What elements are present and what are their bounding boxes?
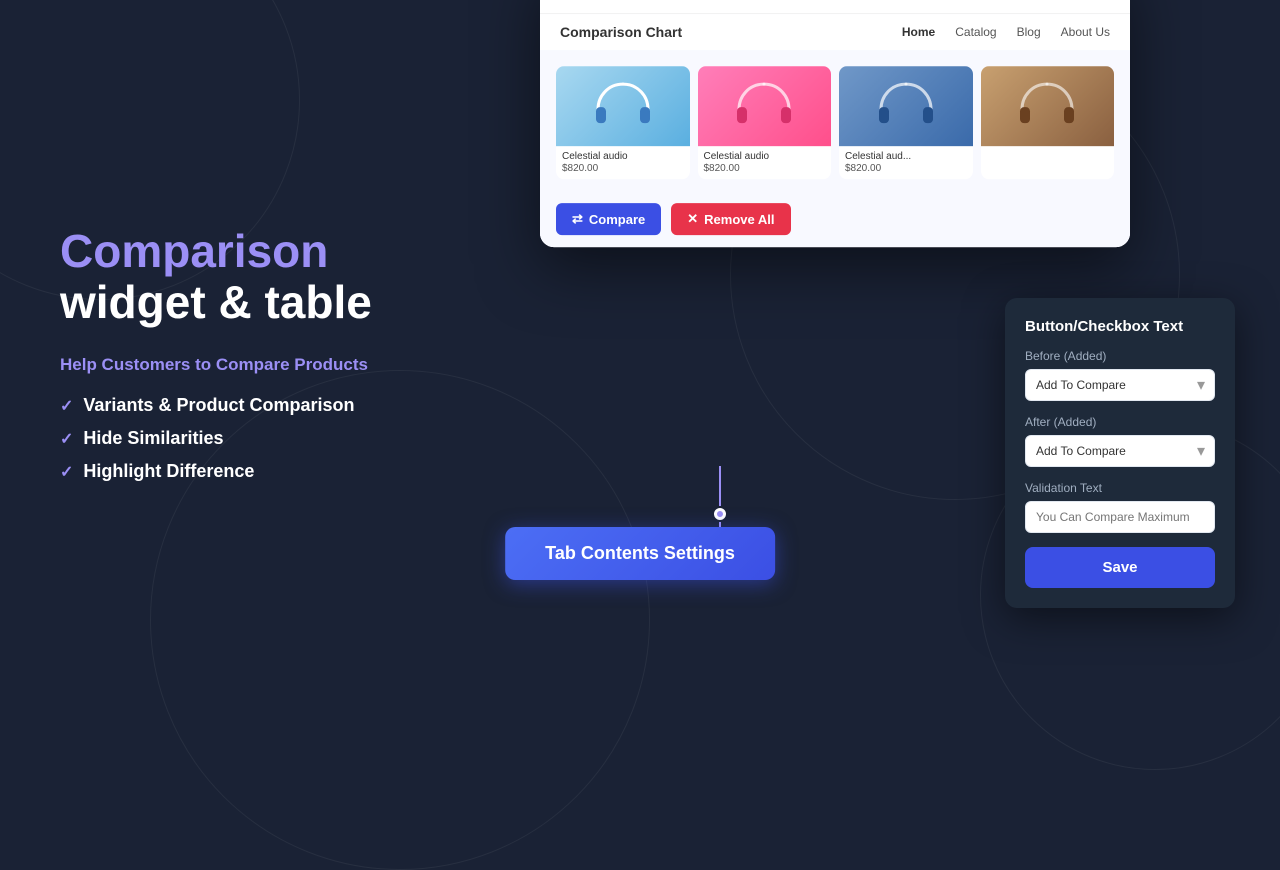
nav-brand: Comparison Chart bbox=[560, 24, 682, 40]
nav-link-about[interactable]: About Us bbox=[1061, 25, 1110, 39]
headphone-svg-3 bbox=[876, 79, 936, 134]
tab-contents-settings-button[interactable]: Tab Contents Settings bbox=[505, 527, 775, 580]
inner-nav: Comparison Chart Home Catalog Blog About… bbox=[540, 14, 1130, 50]
before-select-wrapper: Add To Compare ▾ bbox=[1025, 369, 1215, 401]
feature-text-1: Variants & Product Comparison bbox=[83, 395, 354, 416]
check-icon-3: ✓ bbox=[60, 462, 73, 482]
after-label: After (Added) bbox=[1025, 415, 1215, 429]
compare-button[interactable]: ⇄ Compare bbox=[556, 203, 661, 235]
save-button[interactable]: Save bbox=[1025, 547, 1215, 588]
browser-actions: ⇄ Compare ✕ Remove All bbox=[540, 195, 1130, 247]
nav-link-catalog[interactable]: Catalog bbox=[955, 25, 996, 39]
before-select[interactable]: Add To Compare bbox=[1025, 369, 1215, 401]
validation-input[interactable] bbox=[1025, 501, 1215, 533]
after-select-wrapper: Add To Compare ▾ bbox=[1025, 435, 1215, 467]
before-label: Before (Added) bbox=[1025, 349, 1215, 363]
left-panel: Comparison widget & table Help Customers… bbox=[60, 226, 460, 494]
connector-dot bbox=[714, 508, 726, 520]
product-img-4 bbox=[981, 66, 1115, 146]
nav-links: Home Catalog Blog About Us bbox=[902, 25, 1110, 39]
headphone-svg-4 bbox=[1017, 79, 1077, 134]
feature-text-2: Hide Similarities bbox=[83, 428, 223, 449]
popup-title: Button/Checkbox Text bbox=[1025, 318, 1215, 335]
product-info-1: Celestial audio $820.00 bbox=[556, 146, 690, 179]
connector-line-top bbox=[719, 466, 721, 506]
product-info-3: Celestial aud... $820.00 bbox=[839, 146, 973, 179]
product-info-2: Celestial audio $820.00 bbox=[698, 146, 832, 179]
check-icon-2: ✓ bbox=[60, 429, 73, 449]
compare-icon: ⇄ bbox=[572, 211, 583, 227]
feature-text-3: Highlight Difference bbox=[83, 461, 254, 482]
validation-label: Validation Text bbox=[1025, 481, 1215, 495]
feature-item-2: ✓ Hide Similarities bbox=[60, 428, 460, 449]
title-white: widget & table bbox=[60, 276, 372, 328]
product-name-2: Celestial audio bbox=[704, 151, 826, 162]
browser-content: Comparison Chart Home Catalog Blog About… bbox=[540, 14, 1130, 247]
after-select[interactable]: Add To Compare bbox=[1025, 435, 1215, 467]
product-name-1: Celestial audio bbox=[562, 151, 684, 162]
browser-mockup: ⌂ add to compare from collection page ≡ … bbox=[540, 0, 1130, 247]
product-price-3: $820.00 bbox=[845, 163, 967, 174]
headphone-svg-1 bbox=[593, 79, 653, 134]
remove-icon: ✕ bbox=[687, 211, 698, 227]
product-card-4 bbox=[981, 66, 1115, 179]
main-title: Comparison widget & table bbox=[60, 226, 460, 327]
product-price-2: $820.00 bbox=[704, 163, 826, 174]
product-info-4 bbox=[981, 146, 1115, 157]
product-grid: Celestial audio $820.00 Celestial audio bbox=[540, 50, 1130, 195]
nav-link-home[interactable]: Home bbox=[902, 25, 935, 39]
feature-list: ✓ Variants & Product Comparison ✓ Hide S… bbox=[60, 395, 460, 482]
product-img-3 bbox=[839, 66, 973, 146]
browser-topbar: ⌂ add to compare from collection page ≡ bbox=[540, 0, 1130, 14]
check-icon-1: ✓ bbox=[60, 396, 73, 416]
settings-popup: Button/Checkbox Text Before (Added) Add … bbox=[1005, 298, 1235, 608]
subtitle: Help Customers to Compare Products bbox=[60, 355, 460, 375]
product-card-1: Celestial audio $820.00 bbox=[556, 66, 690, 179]
product-card-2: Celestial audio $820.00 bbox=[698, 66, 832, 179]
remove-label: Remove All bbox=[704, 212, 774, 227]
product-card-3: Celestial aud... $820.00 bbox=[839, 66, 973, 179]
product-img-1 bbox=[556, 66, 690, 146]
compare-label: Compare bbox=[589, 212, 645, 227]
headphone-svg-2 bbox=[734, 79, 794, 134]
product-img-2 bbox=[698, 66, 832, 146]
product-price-1: $820.00 bbox=[562, 163, 684, 174]
feature-item-3: ✓ Highlight Difference bbox=[60, 461, 460, 482]
feature-item-1: ✓ Variants & Product Comparison bbox=[60, 395, 460, 416]
nav-link-blog[interactable]: Blog bbox=[1017, 25, 1041, 39]
product-name-3: Celestial aud... bbox=[845, 151, 967, 162]
title-purple: Comparison bbox=[60, 225, 328, 277]
remove-all-button[interactable]: ✕ Remove All bbox=[671, 203, 790, 235]
